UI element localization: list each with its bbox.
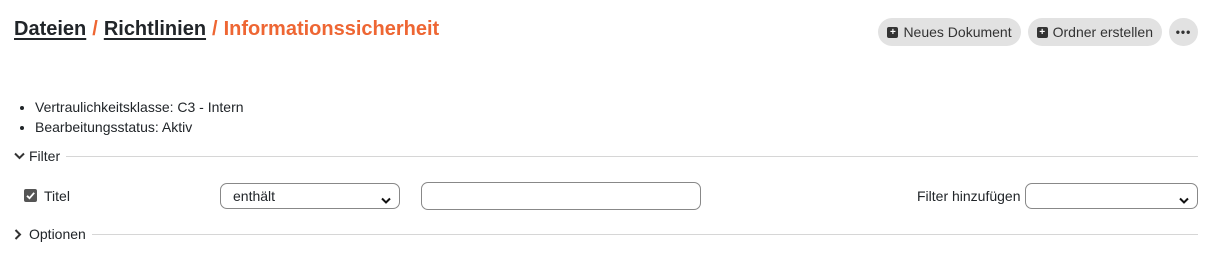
create-folder-label: Ordner erstellen <box>1052 24 1153 40</box>
metadata-item: Bearbeitungsstatus: Aktiv <box>35 117 244 137</box>
operator-select[interactable]: enthält <box>220 183 400 209</box>
ellipsis-icon: ••• <box>1175 25 1192 39</box>
title-filter-checkbox[interactable] <box>24 189 37 202</box>
options-section-header[interactable]: Optionen <box>14 226 1198 242</box>
add-filter-label: Filter hinzufügen <box>917 188 1021 204</box>
chevron-down-icon <box>14 152 25 160</box>
filter-section-header[interactable]: Filter <box>14 148 1198 164</box>
filter-section-label: Filter <box>29 148 61 164</box>
toolbar: + Neues Dokument + Ordner erstellen ••• <box>878 18 1198 46</box>
new-document-button[interactable]: + Neues Dokument <box>878 18 1021 46</box>
breadcrumb-current: Informationssicherheit <box>223 18 440 40</box>
options-section-label: Optionen <box>29 226 86 242</box>
plus-square-icon: + <box>1036 26 1048 38</box>
title-filter-input[interactable] <box>421 182 701 210</box>
breadcrumb-link-richtlinien[interactable]: Richtlinien <box>104 18 206 40</box>
chevron-down-icon <box>1179 192 1189 208</box>
create-folder-button[interactable]: + Ordner erstellen <box>1027 18 1162 46</box>
metadata-item: Vertraulichkeitsklasse: C3 - Intern <box>35 97 244 117</box>
chevron-down-icon <box>381 192 391 208</box>
new-document-label: Neues Dokument <box>903 24 1012 40</box>
add-filter-select[interactable] <box>1025 183 1198 209</box>
page: Dateien / Richtlinien / Informationssicherhe… <box>0 0 1225 258</box>
plus-square-icon: + <box>887 26 899 38</box>
breadcrumb-separator: / <box>212 18 218 40</box>
divider <box>66 155 1198 157</box>
operator-select-value: enthält <box>233 188 276 204</box>
title-filter-label: Titel <box>44 188 70 204</box>
divider <box>91 233 1198 235</box>
breadcrumb-link-dateien[interactable]: Dateien <box>14 18 86 40</box>
breadcrumb-separator: / <box>92 18 98 40</box>
metadata-list: Vertraulichkeitsklasse: C3 - Intern Bear… <box>14 97 244 137</box>
chevron-right-icon <box>14 228 25 240</box>
breadcrumb: Dateien / Richtlinien / Informationssicherhe… <box>14 18 439 41</box>
more-options-button[interactable]: ••• <box>1169 18 1198 46</box>
